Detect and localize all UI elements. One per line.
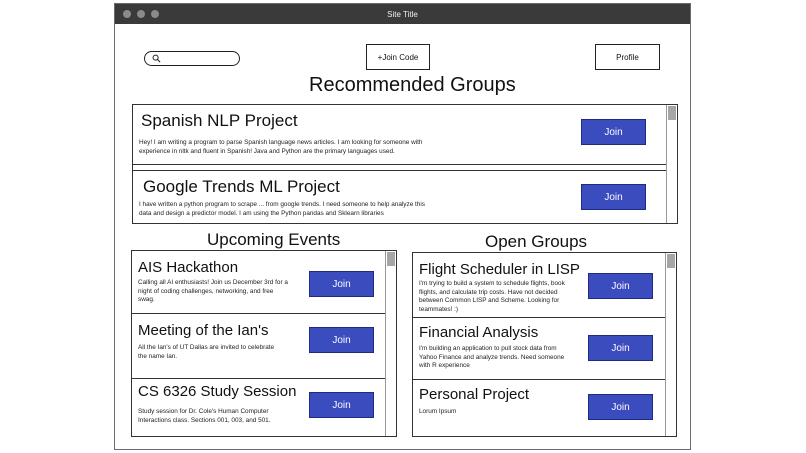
close-window-button[interactable] [123, 10, 131, 18]
event-title: Meeting of the Ian's [138, 322, 269, 339]
search-input[interactable] [144, 51, 240, 66]
open-groups-list[interactable]: Flight Scheduler in LISP I'm trying to b… [412, 252, 677, 437]
group-card: Google Trends ML Project I have written … [133, 171, 667, 223]
group-description: I'm trying to build a system to schedule… [419, 280, 565, 313]
group-title: Flight Scheduler in LISP [419, 261, 580, 278]
event-card: Meeting of the Ian's All the Ian's of UT… [132, 314, 385, 379]
minimize-window-button[interactable] [137, 10, 145, 18]
group-description: I have written a python program to scrap… [139, 201, 425, 217]
event-title: CS 6326 Study Session [138, 383, 297, 400]
join-code-button[interactable]: +Join Code [366, 44, 430, 70]
recommended-groups-heading: Recommended Groups [309, 74, 516, 96]
join-button[interactable]: Join [309, 392, 374, 418]
event-title: AIS Hackathon [138, 259, 239, 276]
browser-window: Site Title +Join Code Profile Recommende… [114, 3, 691, 450]
join-button[interactable]: Join [588, 273, 653, 299]
group-title: Financial Analysis [419, 324, 539, 341]
window-controls [123, 10, 159, 18]
profile-button[interactable]: Profile [595, 44, 660, 70]
event-description: All the Ian's of UT Dallas are invited t… [138, 344, 275, 360]
upcoming-events-heading: Upcoming Events [207, 230, 341, 249]
join-button[interactable]: Join [581, 119, 646, 145]
maximize-window-button[interactable] [151, 10, 159, 18]
group-card: Financial Analysis I'm building an appli… [413, 318, 666, 380]
group-description: I'm building an application to pull stoc… [419, 345, 565, 369]
group-card: Spanish NLP Project Hey! I am writing a … [133, 105, 667, 165]
title-bar: Site Title [115, 4, 690, 24]
event-card: CS 6326 Study Session Study session for … [132, 379, 385, 436]
event-description: Study session for Dr. Cole's Human Compu… [138, 408, 271, 424]
divider [133, 170, 667, 171]
group-description: Lorum Ipsum [419, 408, 457, 415]
scroll-thumb[interactable] [387, 252, 395, 266]
join-button[interactable]: Join [309, 327, 374, 353]
search-icon [152, 54, 161, 63]
group-title: Spanish NLP Project [141, 111, 298, 130]
scroll-thumb[interactable] [667, 254, 675, 268]
scrollbar[interactable] [665, 253, 676, 436]
upcoming-events-list[interactable]: AIS Hackathon Calling all AI enthusiasts… [131, 250, 397, 437]
join-button[interactable]: Join [588, 394, 653, 420]
join-button[interactable]: Join [581, 184, 646, 210]
scrollbar[interactable] [666, 105, 677, 223]
open-groups-heading: Open Groups [485, 232, 588, 251]
group-description: Hey! I am writing a program to parse Spa… [139, 139, 423, 155]
group-title: Google Trends ML Project [143, 177, 340, 196]
recommended-groups-list[interactable]: Spanish NLP Project Hey! I am writing a … [132, 104, 678, 224]
scrollbar[interactable] [385, 251, 396, 436]
event-description: Calling all AI enthusiasts! Join us Dece… [138, 279, 288, 303]
group-title: Personal Project [419, 386, 530, 403]
event-card: AIS Hackathon Calling all AI enthusiasts… [132, 251, 385, 314]
join-button[interactable]: Join [309, 271, 374, 297]
scroll-thumb[interactable] [668, 106, 676, 120]
join-button[interactable]: Join [588, 335, 653, 361]
window-title: Site Title [387, 9, 418, 19]
group-card: Flight Scheduler in LISP I'm trying to b… [413, 253, 666, 318]
group-card: Personal Project Lorum Ipsum Join [413, 380, 666, 436]
